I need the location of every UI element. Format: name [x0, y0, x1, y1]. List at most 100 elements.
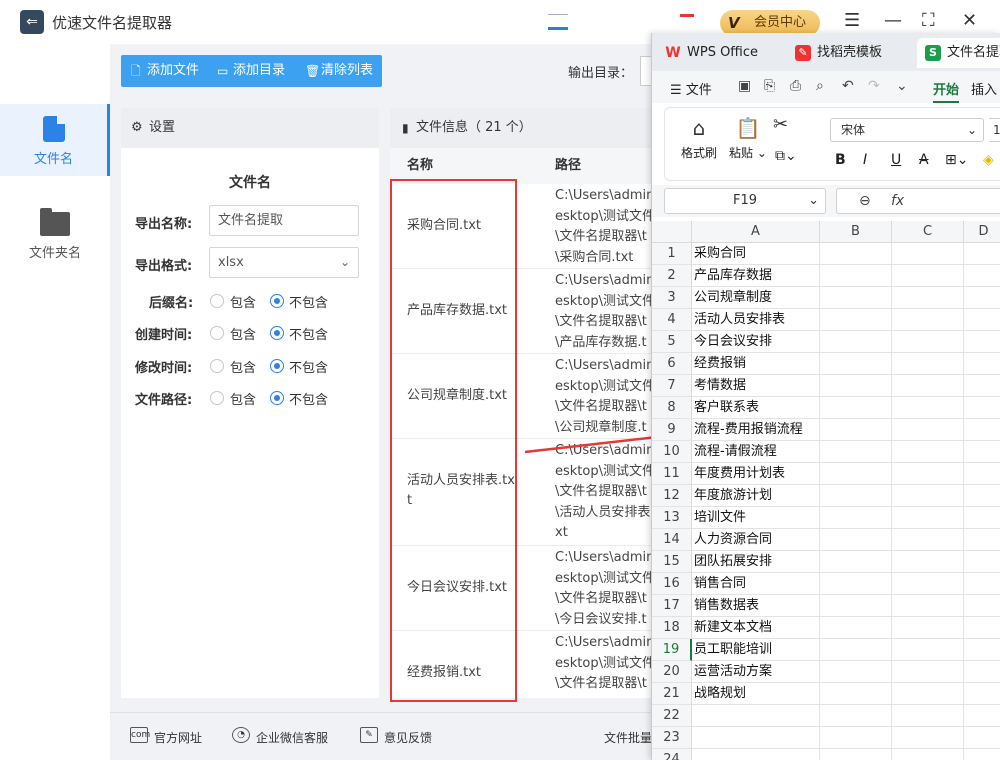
menu-icon[interactable]: ☰	[844, 10, 860, 32]
row-header[interactable]: 23	[652, 727, 692, 749]
create-time-exclude-radio[interactable]	[270, 326, 284, 340]
fx-icon[interactable]: fx	[891, 193, 904, 209]
font-size-select[interactable]: 12	[989, 118, 1000, 142]
menu-home[interactable]: 开始	[933, 79, 960, 103]
cell-d[interactable]	[964, 397, 1000, 419]
feedback-link[interactable]: ✎ 意见反馈	[360, 727, 432, 746]
row-header[interactable]: 1	[652, 243, 692, 265]
cell-d[interactable]	[964, 617, 1000, 639]
cell-d[interactable]	[964, 265, 1000, 287]
theme-icon[interactable]	[680, 14, 694, 30]
cell-b[interactable]	[820, 485, 892, 507]
menu-insert[interactable]: 插入	[971, 79, 997, 98]
row-header[interactable]: 19	[652, 639, 692, 661]
cell-d[interactable]	[964, 287, 1000, 309]
cell-c[interactable]	[892, 441, 964, 463]
cell-b[interactable]	[820, 551, 892, 573]
export-pdf-icon[interactable]: ⎘	[764, 78, 775, 94]
cell-b[interactable]	[820, 617, 892, 639]
sidebar-item-filename[interactable]: 文件名	[0, 104, 110, 176]
cell-c[interactable]	[892, 309, 964, 331]
menu-file[interactable]: ☰ 文件	[670, 79, 712, 98]
cell-b[interactable]	[820, 243, 892, 265]
row-header[interactable]: 14	[652, 529, 692, 551]
name-box[interactable]: F19 ⌄	[664, 188, 826, 214]
print-preview-icon[interactable]: ⌕	[816, 78, 824, 94]
cell-b[interactable]	[820, 529, 892, 551]
cell-d[interactable]	[964, 243, 1000, 265]
cell-d[interactable]	[964, 507, 1000, 529]
minimize-icon[interactable]: —	[884, 10, 902, 32]
cell-d[interactable]	[964, 727, 1000, 749]
cell-d[interactable]	[964, 573, 1000, 595]
modify-time-include-radio[interactable]	[210, 359, 224, 373]
cell-d[interactable]	[964, 595, 1000, 617]
col-header-b[interactable]: B	[820, 221, 892, 243]
cell-b[interactable]	[820, 441, 892, 463]
skin-icon[interactable]	[548, 14, 568, 30]
cell-c[interactable]	[892, 331, 964, 353]
cell-d[interactable]	[964, 331, 1000, 353]
clear-list-button[interactable]: 🗑 清除列表	[305, 55, 373, 87]
row-header[interactable]: 3	[652, 287, 692, 309]
sidebar-item-foldername[interactable]: 文件夹名	[0, 196, 110, 268]
cell-b[interactable]	[820, 463, 892, 485]
cell-d[interactable]	[964, 705, 1000, 727]
cell-a[interactable]: 公司规章制度	[692, 287, 820, 309]
cell-a[interactable]	[692, 727, 820, 749]
cell-b[interactable]	[820, 595, 892, 617]
print-icon[interactable]: ⎙	[790, 78, 801, 94]
cell-a[interactable]: 销售数据表	[692, 595, 820, 617]
strikethrough-icon[interactable]: A	[919, 152, 929, 168]
cell-c[interactable]	[892, 661, 964, 683]
cell-b[interactable]	[820, 287, 892, 309]
cell-c[interactable]	[892, 485, 964, 507]
cell-a[interactable]: 团队拓展安排	[692, 551, 820, 573]
cell-b[interactable]	[820, 705, 892, 727]
row-header[interactable]: 21	[652, 683, 692, 705]
row-header[interactable]: 20	[652, 661, 692, 683]
copy-button[interactable]: ⧉⌄	[775, 148, 797, 164]
cell-a[interactable]: 人力资源合同	[692, 529, 820, 551]
cell-c[interactable]	[892, 243, 964, 265]
cell-b[interactable]	[820, 309, 892, 331]
cell-d[interactable]	[964, 441, 1000, 463]
cell-b[interactable]	[820, 375, 892, 397]
format-painter-button[interactable]: ⌂ 格式刷	[681, 116, 717, 161]
cell-c[interactable]	[892, 639, 964, 661]
cell-b[interactable]	[820, 727, 892, 749]
cell-b[interactable]	[820, 397, 892, 419]
cut-button[interactable]: ✂	[773, 114, 788, 139]
cell-c[interactable]	[892, 551, 964, 573]
row-header[interactable]: 10	[652, 441, 692, 463]
cell-a[interactable]: 经费报销	[692, 353, 820, 375]
create-time-include-radio[interactable]	[210, 326, 224, 340]
underline-icon[interactable]: U	[891, 152, 901, 168]
row-header[interactable]: 18	[652, 617, 692, 639]
cell-a[interactable]: 培训文件	[692, 507, 820, 529]
cell-d[interactable]	[964, 353, 1000, 375]
export-format-select[interactable]: xlsx ⌄	[209, 247, 359, 278]
cell-b[interactable]	[820, 639, 892, 661]
close-icon[interactable]: ✕	[962, 10, 977, 32]
cell-c[interactable]	[892, 595, 964, 617]
cell-a[interactable]: 采购合同	[692, 243, 820, 265]
row-header[interactable]: 5	[652, 331, 692, 353]
cell-c[interactable]	[892, 265, 964, 287]
cell-b[interactable]	[820, 265, 892, 287]
col-header-a[interactable]: A	[692, 221, 820, 243]
cell-c[interactable]	[892, 749, 964, 760]
cell-c[interactable]	[892, 705, 964, 727]
save-icon[interactable]: ▣	[738, 78, 751, 94]
cell-a[interactable]: 今日会议安排	[692, 331, 820, 353]
cell-c[interactable]	[892, 573, 964, 595]
wechat-support-link[interactable]: ◔ 企业微信客服	[232, 727, 328, 746]
cell-c[interactable]	[892, 419, 964, 441]
cell-a[interactable]: 新建文本文档	[692, 617, 820, 639]
cell-a[interactable]: 流程-请假流程	[692, 441, 820, 463]
add-file-button[interactable]: 🗋 添加文件	[131, 55, 199, 87]
cell-d[interactable]	[964, 749, 1000, 760]
cell-c[interactable]	[892, 375, 964, 397]
cell-c[interactable]	[892, 463, 964, 485]
row-header[interactable]: 2	[652, 265, 692, 287]
